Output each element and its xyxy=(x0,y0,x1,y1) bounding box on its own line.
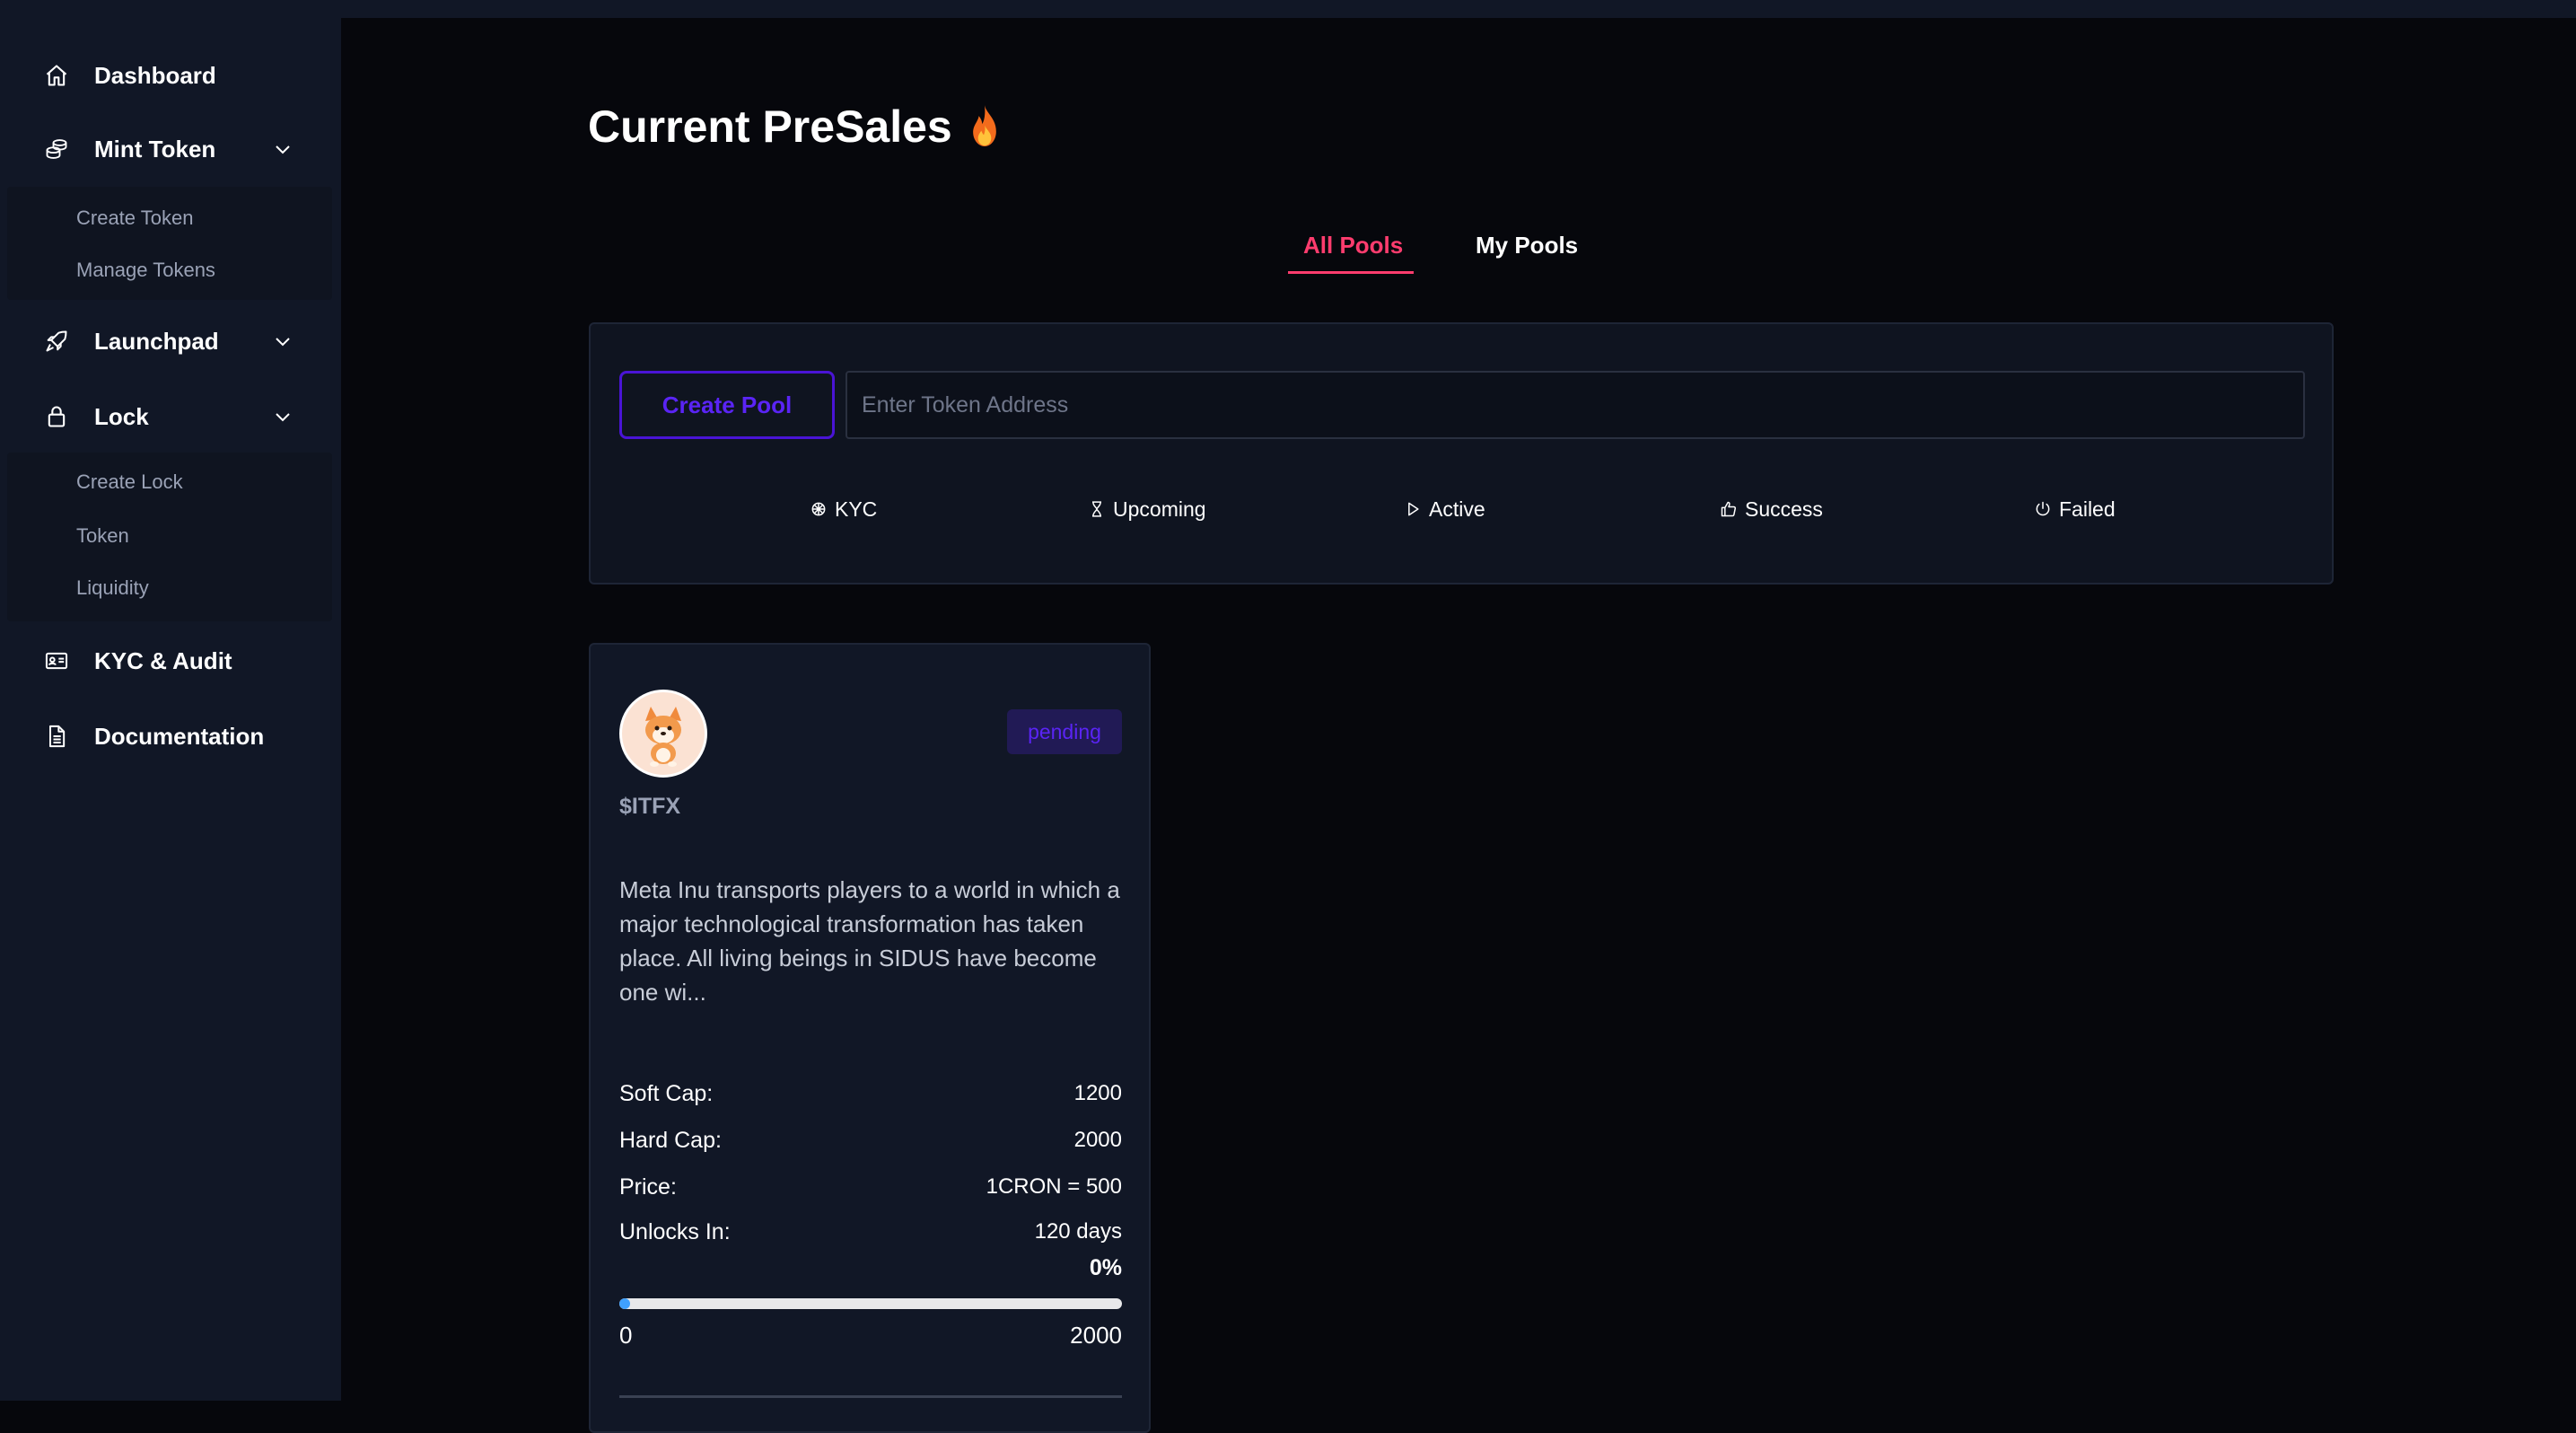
filter-kyc[interactable]: KYC xyxy=(808,491,877,527)
chevron-down-icon[interactable] xyxy=(269,403,296,430)
document-icon xyxy=(43,723,70,750)
progress-percent: 0% xyxy=(1089,1255,1122,1280)
sidebar-item-kyc-audit[interactable]: KYC & Audit xyxy=(0,634,341,688)
status-badge: pending xyxy=(1007,709,1122,754)
active-tab-indicator xyxy=(1288,271,1414,274)
mint-token-submenu: Create Token Manage Tokens xyxy=(7,187,332,300)
power-icon xyxy=(2032,498,2054,520)
sidebar-subitem-token[interactable]: Token xyxy=(76,524,129,548)
stat-row-soft-cap: Soft Cap: 1200 xyxy=(619,1081,1122,1107)
tab-my-pools[interactable]: My Pools xyxy=(1476,232,1578,259)
sidebar-item-mint-token[interactable]: Mint Token xyxy=(0,122,341,176)
id-card-icon xyxy=(43,647,70,674)
stat-label: Unlocks In: xyxy=(619,1219,731,1244)
sidebar-subitem-create-token[interactable]: Create Token xyxy=(76,207,193,230)
progress-bar-fill xyxy=(619,1298,630,1309)
hourglass-icon xyxy=(1086,498,1108,520)
card-divider xyxy=(619,1395,1122,1398)
sidebar-item-documentation[interactable]: Documentation xyxy=(0,709,341,763)
filter-label: KYC xyxy=(835,497,878,521)
token-symbol: $ITFX xyxy=(619,794,681,819)
tab-all-pools[interactable]: All Pools xyxy=(1303,232,1403,259)
stat-value: 120 days xyxy=(1034,1219,1122,1244)
token-avatar xyxy=(619,690,707,778)
sidebar-item-label: Dashboard xyxy=(94,61,216,89)
sidebar-item-label: Lock xyxy=(94,402,149,430)
pool-card[interactable]: pending $ITFX Meta Inu transports player… xyxy=(589,643,1151,1433)
main-content: Current PreSales All Pools My Pools Crea… xyxy=(341,18,2576,1433)
filter-active[interactable]: Active xyxy=(1402,491,1485,527)
pool-description: Meta Inu transports players to a world i… xyxy=(619,876,1120,1006)
stat-row-unlocks-in: Unlocks In: 120 days xyxy=(619,1219,1122,1245)
stat-value: 1200 xyxy=(1073,1081,1122,1105)
sidebar-subitem-manage-tokens[interactable]: Manage Tokens xyxy=(76,259,215,282)
sidebar-item-launchpad[interactable]: Launchpad xyxy=(0,314,341,368)
fire-icon xyxy=(965,103,1004,150)
filter-failed[interactable]: Failed xyxy=(2032,491,2116,527)
filter-label: Success xyxy=(1745,497,1823,521)
stat-value: 2000 xyxy=(1073,1128,1122,1152)
sidebar-subitem-liquidity[interactable]: Liquidity xyxy=(76,576,149,600)
chevron-down-icon[interactable] xyxy=(269,136,296,163)
create-pool-button[interactable]: Create Pool xyxy=(619,371,835,439)
lock-submenu: Create Lock Token Liquidity xyxy=(7,453,332,621)
filter-label: Active xyxy=(1429,497,1485,521)
stat-value: 1CRON = 500 xyxy=(986,1174,1122,1199)
top-bar xyxy=(0,0,2576,18)
stat-label: Price: xyxy=(619,1174,677,1200)
sidebar-item-label: Launchpad xyxy=(94,327,219,355)
sidebar-subitem-create-lock[interactable]: Create Lock xyxy=(76,470,183,494)
home-icon xyxy=(43,62,70,89)
pool-search-panel: Create Pool KYC Upcoming Active Success xyxy=(589,322,2334,585)
progress-bar xyxy=(619,1298,1122,1309)
stat-row-hard-cap: Hard Cap: 2000 xyxy=(619,1128,1122,1154)
filter-label: Upcoming xyxy=(1113,497,1206,521)
chevron-down-icon[interactable] xyxy=(269,328,296,355)
coins-icon xyxy=(43,136,70,163)
sidebar-item-lock[interactable]: Lock xyxy=(0,390,341,444)
page-title-text: Current PreSales xyxy=(588,101,952,152)
rocket-icon xyxy=(43,328,70,355)
stat-label: Hard Cap: xyxy=(619,1128,722,1153)
filter-upcoming[interactable]: Upcoming xyxy=(1086,491,1206,527)
token-address-input[interactable] xyxy=(846,371,2305,439)
sidebar-item-label: Mint Token xyxy=(94,135,216,163)
thumbs-up-icon xyxy=(1718,498,1739,520)
stat-row-price: Price: 1CRON = 500 xyxy=(619,1174,1122,1200)
progress-max: 2000 xyxy=(1070,1322,1122,1349)
lock-icon xyxy=(43,403,70,430)
badge-icon xyxy=(808,498,829,520)
sidebar-item-label: KYC & Audit xyxy=(94,646,232,674)
sidebar-item-dashboard[interactable]: Dashboard xyxy=(0,48,341,102)
sidebar: Dashboard Mint Token Create Token Manage… xyxy=(0,18,341,1401)
page-title: Current PreSales xyxy=(588,101,1004,153)
filter-label: Failed xyxy=(2059,497,2116,521)
sidebar-item-label: Documentation xyxy=(94,722,265,750)
stat-label: Soft Cap: xyxy=(619,1081,714,1106)
filter-success[interactable]: Success xyxy=(1718,491,1823,527)
shiba-inu-logo-icon xyxy=(645,707,681,767)
play-icon xyxy=(1402,498,1424,520)
